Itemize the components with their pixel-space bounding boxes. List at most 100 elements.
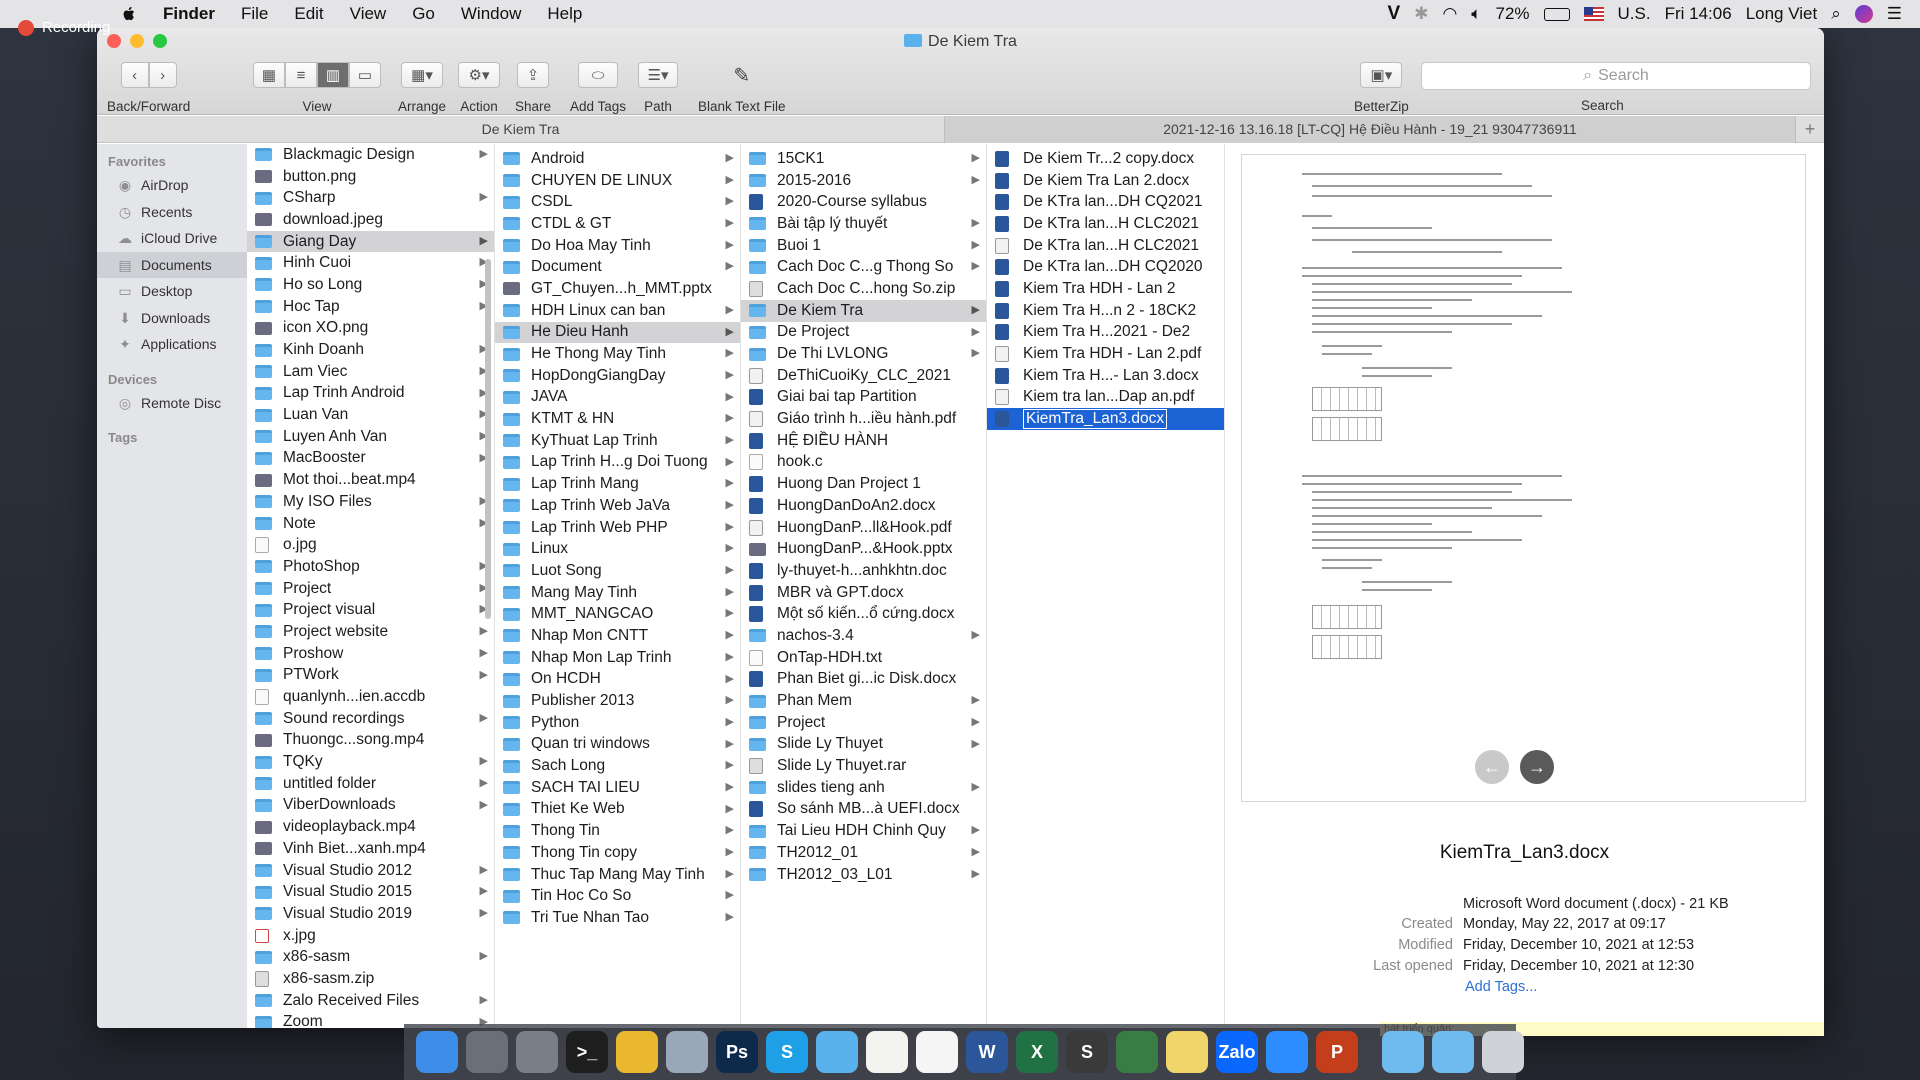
folder-row[interactable]: Proshow ▶ bbox=[247, 643, 494, 665]
file-row[interactable]: videoplayback.mp4 bbox=[247, 816, 494, 838]
blank-text-file-button[interactable]: ✎ bbox=[727, 62, 757, 88]
sidebar-item-applications[interactable]: ✦ Applications bbox=[97, 331, 247, 358]
file-row[interactable]: ly-thuyet-h...anhkhtn.doc bbox=[741, 560, 986, 582]
file-row[interactable]: HỆ ĐIỀU HÀNH bbox=[741, 430, 986, 452]
file-row[interactable]: Slide Ly Thuyet.rar bbox=[741, 755, 986, 777]
folder-row[interactable]: Mang May Tinh ▶ bbox=[495, 582, 740, 604]
folder-row[interactable]: KTMT & HN ▶ bbox=[495, 408, 740, 430]
chrome-icon[interactable] bbox=[616, 1031, 658, 1073]
folder-row[interactable]: CTDL & GT ▶ bbox=[495, 213, 740, 235]
folder-row[interactable]: untitled folder ▶ bbox=[247, 773, 494, 795]
vertical-scrollbar[interactable] bbox=[485, 259, 491, 619]
folder-row[interactable]: CSharp ▶ bbox=[247, 187, 494, 209]
file-row[interactable]: So sánh MB...à UEFI.docx bbox=[741, 799, 986, 821]
folder-row[interactable]: Lap Trinh Web PHP ▶ bbox=[495, 517, 740, 539]
battery-icon[interactable] bbox=[1543, 7, 1570, 21]
file-row[interactable]: Cach Doc C...hong So.zip bbox=[741, 278, 986, 300]
folder-row[interactable]: De Project ▶ bbox=[741, 322, 986, 344]
trash-icon[interactable] bbox=[1482, 1031, 1524, 1073]
clock[interactable]: Fri 14:06 bbox=[1665, 4, 1732, 24]
file-row[interactable]: Mot thoi...beat.mp4 bbox=[247, 469, 494, 491]
file-row[interactable]: quanlynh...ien.accdb bbox=[247, 686, 494, 708]
file-row[interactable]: De KTra lan...H CLC2021 bbox=[987, 235, 1224, 257]
previous-page-button[interactable]: ← bbox=[1475, 750, 1509, 784]
apple-menu-icon[interactable] bbox=[120, 5, 138, 23]
folder-row[interactable]: Giang Day ▶ bbox=[247, 230, 494, 253]
file-row[interactable]: hook.c bbox=[741, 452, 986, 474]
folder-row[interactable]: Quan tri windows ▶ bbox=[495, 734, 740, 756]
volume-icon[interactable]: 🔈︎ bbox=[1471, 4, 1481, 24]
share-button[interactable]: ⇪ bbox=[517, 62, 550, 88]
sidebar-item-airdrop[interactable]: ◉ AirDrop bbox=[97, 172, 247, 199]
folder-row[interactable]: nachos-3.4 ▶ bbox=[741, 625, 986, 647]
sidebar-item-downloads[interactable]: ⬇ Downloads bbox=[97, 305, 247, 332]
file-row[interactable]: DeThiCuoiKy_CLC_2021 bbox=[741, 365, 986, 387]
menu-window[interactable]: Window bbox=[448, 4, 534, 24]
file-row[interactable]: De KTra lan...H CLC2021 bbox=[987, 213, 1224, 235]
list-view-button[interactable]: ≡ bbox=[285, 62, 317, 88]
folder-row[interactable]: My ISO Files ▶ bbox=[247, 491, 494, 513]
folder-row[interactable]: Tin Hoc Co So ▶ bbox=[495, 885, 740, 907]
menu-help[interactable]: Help bbox=[534, 4, 595, 24]
file-row[interactable]: MBR và GPT.docx bbox=[741, 582, 986, 604]
powerpoint-icon[interactable]: P bbox=[1316, 1031, 1358, 1073]
photoshop-icon[interactable]: Ps bbox=[716, 1031, 758, 1073]
downloads-stack-icon[interactable] bbox=[1382, 1031, 1424, 1073]
file-row[interactable]: Kiem Tra H...2021 - De2 bbox=[987, 322, 1224, 344]
folder-row[interactable]: KyThuat Lap Trinh ▶ bbox=[495, 430, 740, 452]
folder-row[interactable]: Thong Tin ▶ bbox=[495, 820, 740, 842]
sidebar-item-desktop[interactable]: ▭ Desktop bbox=[97, 278, 247, 305]
folder-row[interactable]: 2015-2016 ▶ bbox=[741, 170, 986, 192]
folder-row[interactable]: ViberDownloads ▶ bbox=[247, 795, 494, 817]
folder-row[interactable]: PhotoShop ▶ bbox=[247, 556, 494, 578]
arrange-button[interactable]: ▦▾ bbox=[401, 62, 444, 88]
folder-row[interactable]: Lap Trinh Mang ▶ bbox=[495, 473, 740, 495]
folder-row[interactable]: Buoi 1 ▶ bbox=[741, 235, 986, 257]
add-tags-button[interactable]: ⬭ bbox=[578, 62, 619, 88]
battery-percent[interactable]: 72% bbox=[1496, 4, 1530, 24]
file-row[interactable]: Giai bai tap Partition bbox=[741, 387, 986, 409]
file-row[interactable]: GT_Chuyen...h_MMT.pptx bbox=[495, 278, 740, 300]
folder-row[interactable]: Python ▶ bbox=[495, 712, 740, 734]
notes-icon[interactable] bbox=[866, 1031, 908, 1073]
add-tags-link[interactable]: Add Tags... bbox=[1465, 979, 1537, 995]
folder-row[interactable]: Linux ▶ bbox=[495, 538, 740, 560]
file-row[interactable]: download.jpeg bbox=[247, 209, 494, 231]
sublime-icon[interactable]: S bbox=[1066, 1031, 1108, 1073]
folder-row[interactable]: Project ▶ bbox=[741, 712, 986, 734]
column-view-button[interactable]: ▥ bbox=[317, 62, 349, 88]
path-button[interactable]: ☰▾ bbox=[638, 62, 678, 88]
menu-file[interactable]: File bbox=[228, 4, 281, 24]
folder-row[interactable]: Ho so Long ▶ bbox=[247, 274, 494, 296]
folder-row[interactable]: CSDL ▶ bbox=[495, 191, 740, 213]
bluetooth-icon[interactable]: ✱ bbox=[1414, 4, 1428, 24]
folder-row[interactable]: Sound recordings ▶ bbox=[247, 708, 494, 730]
folder-row[interactable]: MacBooster ▶ bbox=[247, 448, 494, 470]
file-row[interactable]: o.jpg bbox=[247, 534, 494, 556]
folder-row[interactable]: Project visual ▶ bbox=[247, 599, 494, 621]
sidebar-item-documents[interactable]: ▤ Documents bbox=[97, 251, 247, 278]
folder-row[interactable]: TQKy ▶ bbox=[247, 751, 494, 773]
folder-row[interactable]: Tri Tue Nhan Tao ▶ bbox=[495, 907, 740, 929]
folder-row[interactable]: Hinh Cuoi ▶ bbox=[247, 252, 494, 274]
folder-row[interactable]: Lap Trinh H...g Doi Tuong ▶ bbox=[495, 452, 740, 474]
folder-row[interactable]: Kinh Doanh ▶ bbox=[247, 339, 494, 361]
file-row[interactable]: Thuongc...song.mp4 bbox=[247, 730, 494, 752]
folder-row[interactable]: Lap Trinh Web JaVa ▶ bbox=[495, 495, 740, 517]
file-row[interactable]: Kiem Tra H...n 2 - 18CK2 bbox=[987, 300, 1224, 322]
folder-row[interactable]: He Thong May Tinh ▶ bbox=[495, 343, 740, 365]
wifi-icon[interactable]: ◠ bbox=[1442, 4, 1457, 24]
menu-app-name[interactable]: Finder bbox=[150, 4, 228, 24]
folder-row[interactable]: Note ▶ bbox=[247, 513, 494, 535]
file-row[interactable]: OnTap-HDH.txt bbox=[741, 647, 986, 669]
sidebar-item-recents[interactable]: ◷ Recents bbox=[97, 199, 247, 226]
folder-row[interactable]: Project ▶ bbox=[247, 578, 494, 600]
folder-row[interactable]: Thuc Tap Mang May Tinh ▶ bbox=[495, 864, 740, 886]
folder-row[interactable]: HDH Linux can ban ▶ bbox=[495, 300, 740, 322]
folder-row[interactable]: Android ▶ bbox=[495, 148, 740, 170]
folder-row[interactable]: Luot Song ▶ bbox=[495, 560, 740, 582]
launchpad-icon[interactable] bbox=[466, 1031, 508, 1073]
folder-row[interactable]: Thong Tin copy ▶ bbox=[495, 842, 740, 864]
back-button[interactable]: ‹ bbox=[120, 62, 149, 88]
folder-row[interactable]: HopDongGiangDay ▶ bbox=[495, 365, 740, 387]
